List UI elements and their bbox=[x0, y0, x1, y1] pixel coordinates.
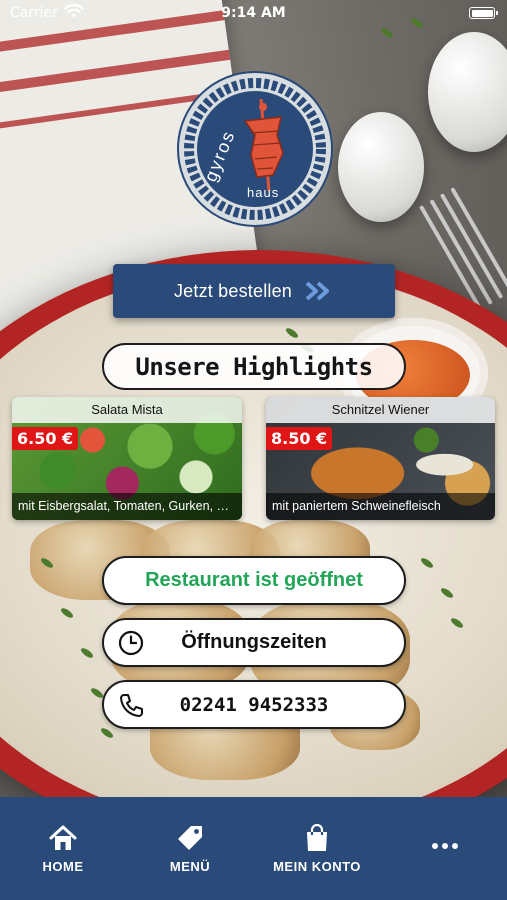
tab-my-account-label: MEIN KONTO bbox=[273, 859, 361, 874]
highlight-price: 8.50 € bbox=[266, 427, 333, 450]
tab-my-account[interactable]: MEIN KONTO bbox=[262, 823, 372, 874]
logo-text-haus: haus bbox=[247, 185, 279, 200]
shopping-bag-icon bbox=[307, 823, 327, 851]
tab-more[interactable] bbox=[390, 831, 500, 861]
home-icon bbox=[49, 825, 77, 850]
highlight-card-schnitzel-wiener[interactable]: Schnitzel Wiener 8.50 € mit paniertem Sc… bbox=[266, 397, 495, 520]
phone-icon bbox=[120, 694, 143, 717]
phone-number: 02241 9452333 bbox=[179, 693, 329, 716]
tab-menu-label: MENÜ bbox=[169, 859, 211, 874]
highlight-name: Schnitzel Wiener bbox=[266, 397, 495, 423]
clock-time: 9:14 AM bbox=[221, 5, 286, 21]
tab-menu[interactable]: MENÜ bbox=[135, 823, 245, 874]
phone-call-button[interactable]: 02241 9452333 bbox=[102, 680, 406, 729]
highlight-price: 6.50 € bbox=[12, 427, 79, 450]
highlight-description: mit paniertem Schweinefleisch bbox=[266, 493, 495, 520]
highlight-card-salata-mista[interactable]: Salata Mista 6.50 € mit Eisbergsalat, To… bbox=[12, 397, 242, 520]
opening-hours-button[interactable]: Öffnungszeiten bbox=[102, 618, 406, 667]
tab-home[interactable]: HOME bbox=[8, 823, 118, 874]
highlight-description: mit Eisbergsalat, Tomaten, Gurken, Zwie.… bbox=[12, 493, 242, 520]
bottom-tab-bar: HOME MENÜ MEIN KONTO bbox=[0, 797, 507, 900]
gyros-haus-logo: gyros haus bbox=[177, 71, 333, 227]
more-dots-icon bbox=[432, 843, 458, 849]
order-now-button[interactable]: Jetzt bestellen bbox=[113, 264, 395, 318]
highlight-name: Salata Mista bbox=[12, 397, 242, 423]
opening-hours-label: Öffnungszeiten bbox=[181, 631, 327, 653]
restaurant-open-status: Restaurant ist geöffnet bbox=[102, 556, 406, 605]
battery-icon bbox=[469, 7, 498, 19]
double-chevron-right-icon bbox=[305, 281, 330, 301]
status-bar: Carrier 9:14 AM bbox=[0, 0, 507, 28]
salt-shaker bbox=[338, 112, 424, 222]
pepper-shaker bbox=[428, 32, 507, 152]
order-now-label: Jetzt bestellen bbox=[173, 280, 293, 301]
highlights-title: Unsere Highlights bbox=[135, 352, 373, 381]
clock-icon bbox=[118, 630, 144, 656]
tag-icon bbox=[178, 826, 202, 850]
highlights-heading: Unsere Highlights bbox=[102, 343, 406, 390]
open-status-label: Restaurant ist geöffnet bbox=[145, 569, 363, 591]
tab-home-label: HOME bbox=[42, 859, 84, 874]
